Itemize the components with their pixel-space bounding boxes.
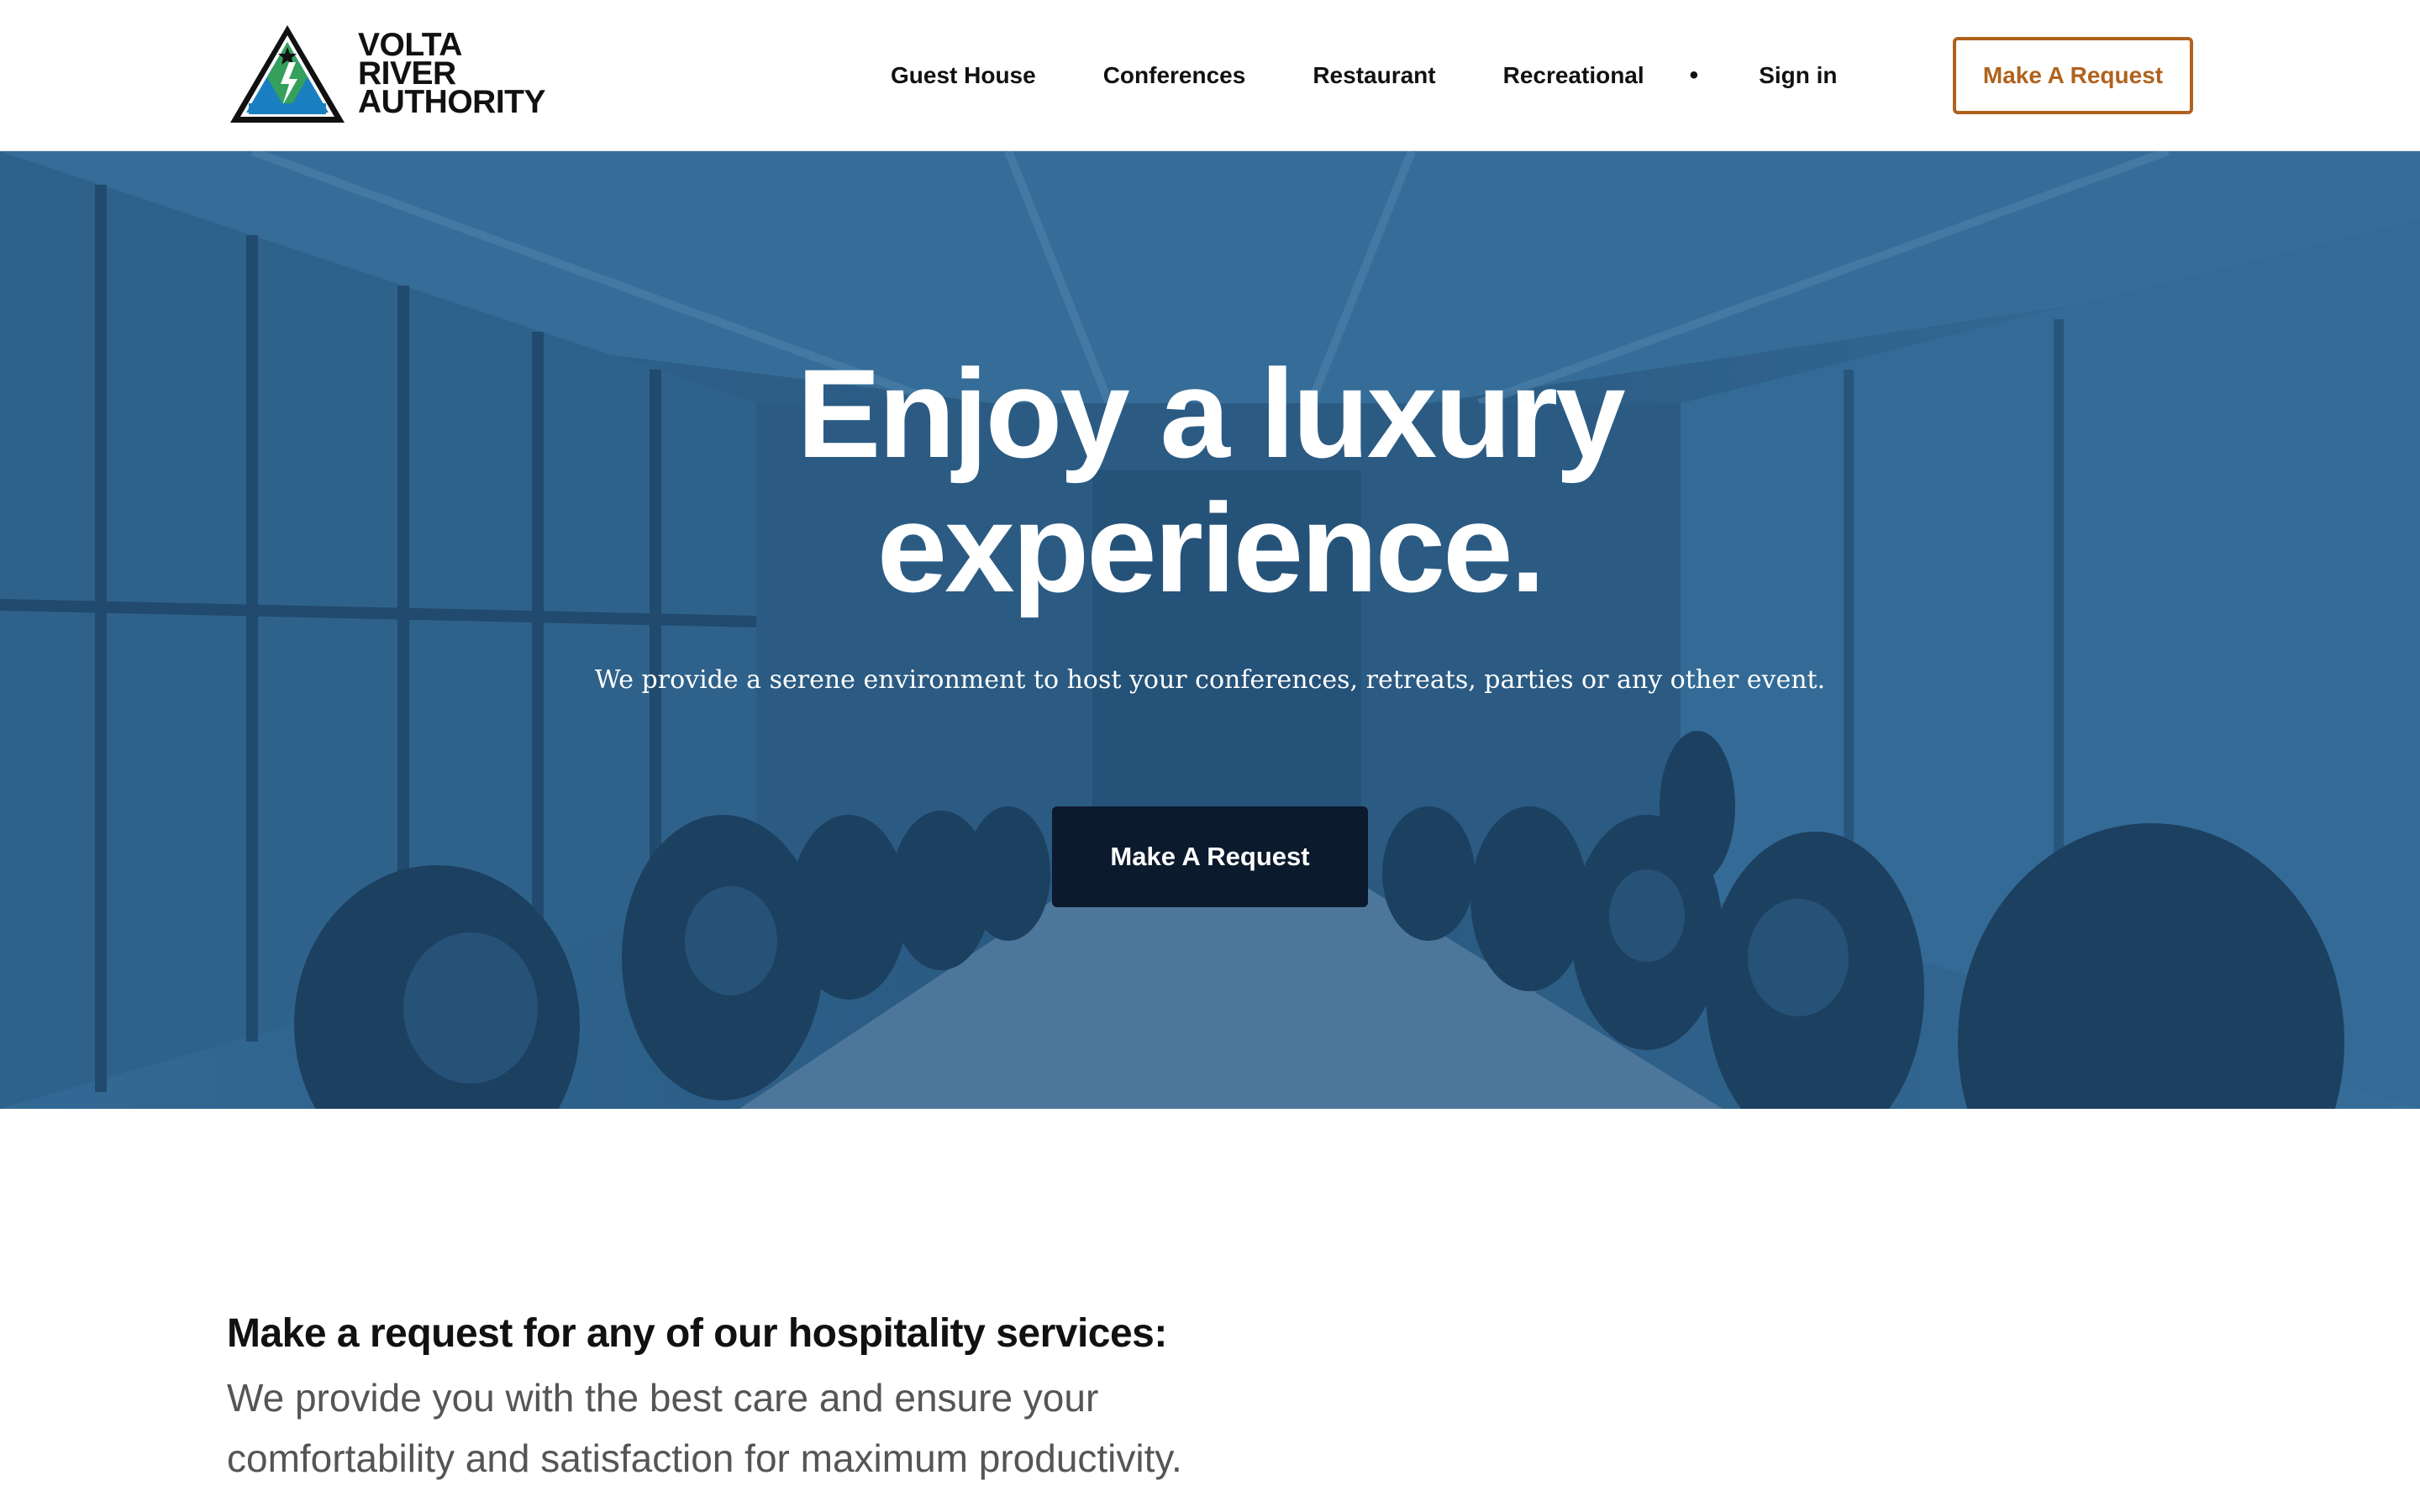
nav-conferences[interactable]: Conferences bbox=[1103, 62, 1246, 89]
conference-room-photo bbox=[0, 151, 2420, 1109]
hero-subtitle: We provide a serene environment to host … bbox=[594, 665, 1826, 695]
nav-recreational[interactable]: Recreational bbox=[1503, 62, 1644, 89]
nav-restaurant[interactable]: Restaurant bbox=[1313, 62, 1435, 89]
main-nav: Guest House Conferences Restaurant Recre… bbox=[891, 37, 1897, 114]
nav-separator-dot: • bbox=[1689, 61, 1699, 89]
logo-line-3: AUTHORITY bbox=[358, 84, 546, 120]
nav-guest-house[interactable]: Guest House bbox=[891, 62, 1036, 89]
hero-make-request-button[interactable]: Make A Request bbox=[1052, 806, 1368, 907]
site-header: VOLTA RIVER AUTHORITY Guest House Confer… bbox=[0, 0, 2420, 151]
site-logo[interactable]: VOLTA RIVER AUTHORITY bbox=[227, 20, 563, 128]
header-make-request-button[interactable]: Make A Request bbox=[1953, 37, 2193, 114]
hero-title: Enjoy a luxury experience. bbox=[0, 346, 2420, 615]
intro-body: We provide you with the best care and en… bbox=[227, 1376, 1182, 1480]
logo-wordmark: VOLTA RIVER AUTHORITY bbox=[358, 29, 546, 120]
sign-in-link[interactable]: Sign in bbox=[1759, 62, 1837, 89]
hero-title-line-2: experience. bbox=[876, 477, 1546, 618]
hero-title-line-1: Enjoy a luxury bbox=[797, 343, 1625, 484]
triangle-logo-icon bbox=[230, 25, 345, 123]
hero-section: Enjoy a luxury experience. We provide a … bbox=[0, 151, 2420, 1109]
intro-heading: Make a request for any of our hospitalit… bbox=[227, 1311, 1167, 1356]
